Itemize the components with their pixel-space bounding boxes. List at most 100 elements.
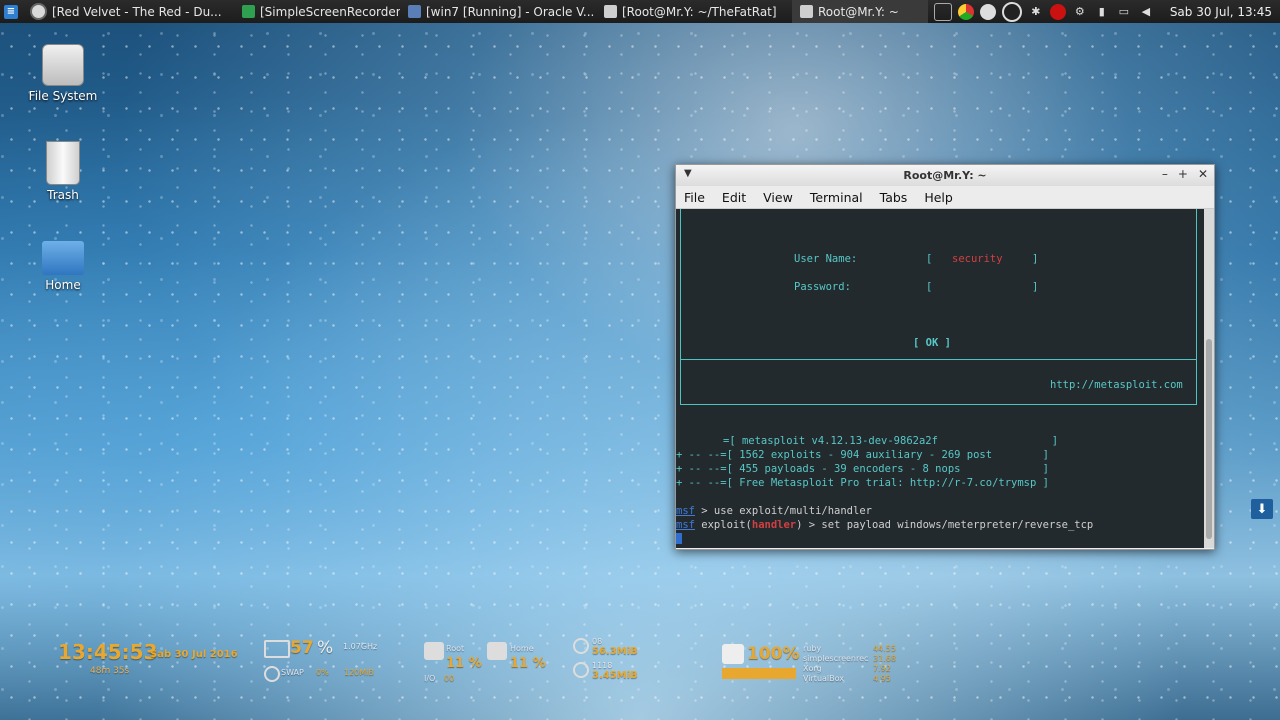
taskbar-item-red-velvet[interactable]: [Red Velvet - The Red - Du... [22,0,234,23]
download-icon [573,638,589,654]
ascii-box-divider [680,359,1197,360]
menu-tabs[interactable]: Tabs [872,190,917,205]
bluetooth-icon[interactable]: ✱ [1028,4,1044,20]
taskbar-item-label: Root@Mr.Y: ~ [818,4,899,19]
msf-prompt: msf [676,519,695,531]
media-player-icon [30,3,47,20]
terminal-scrollbar[interactable] [1204,209,1214,548]
bracket: ] [1032,253,1039,265]
banner-line: + -- --=[ 1562 exploits - 904 auxiliary … [676,449,1049,461]
command-line: msf exploit(handler) > set payload windo… [676,519,1093,531]
conky-monitor: 13:45:53 Sab 30 Jul 2016 48m 35s 57 % 1.… [0,632,1280,702]
conky-date: Sab 30 Jul 2016 [150,649,238,660]
taskbar-item-thefatrat[interactable]: [Root@Mr.Y: ~/TheFatRat] [596,0,792,23]
volume-icon[interactable]: ◀ [1138,4,1154,20]
ascii-box-border [1196,209,1197,404]
module-name: handler [751,519,797,531]
ascii-box-border [680,209,681,404]
desktop-icon-label: Trash [47,188,79,202]
upload-icon [573,662,589,678]
stop-record-icon[interactable] [1049,3,1066,20]
menu-help[interactable]: Help [916,190,962,205]
proc-name: simplescreenrec [803,654,869,663]
cpu-percent-sign: % [317,638,334,658]
proc-name: VirtualBox [803,674,845,683]
top-panel: ≡ [Red Velvet - The Red - Du... [SimpleS… [0,0,1280,23]
hdd-root-icon [424,642,444,660]
metasploit-url: http://metasploit.com [1050,379,1183,391]
command-text: ) > set payload windows/meterpreter/reve… [796,519,1094,531]
drive-icon [42,44,84,86]
command-text: > use exploit/multi/handler [694,505,872,517]
menu-terminal[interactable]: Terminal [802,190,872,205]
network-icon[interactable]: ⚙ [1072,4,1088,20]
taskbar-item-label: [SimpleScreenRecorder] [260,4,400,19]
terminal-titlebar[interactable]: ▼ Root@Mr.Y: ~ – + ✕ [676,165,1214,186]
ascii-box-divider [680,404,1197,405]
signal-icon[interactable]: ▮ [1094,4,1110,20]
banner-line: + -- --=[ 455 payloads - 39 encoders - 8… [676,463,1049,475]
root-value: 11 % [446,656,482,671]
down-label: 08 [592,637,603,646]
battery-value: 100% [747,644,800,664]
taskbar-item-screenrecorder[interactable]: [SimpleScreenRecorder] [234,0,400,23]
conky-time: 13:45:53 [58,640,158,664]
scrollbar-thumb[interactable] [1206,339,1212,539]
close-icon[interactable]: ✕ [1198,167,1208,181]
desktop-icon-label: File System [28,89,98,103]
cpu-icon [264,640,290,658]
username-label: User Name: [794,253,858,265]
system-tray: ✱ ⚙ ▮ ▭ ◀ Sab 30 Jul, 13:45 [933,0,1280,23]
terminal-menubar: File Edit View Terminal Tabs Help [676,186,1214,209]
menu-edit[interactable]: Edit [714,190,755,205]
msf-prompt: msf [676,505,695,517]
down-value: 56.3MiB [592,646,638,657]
terminal-cursor [676,533,682,544]
desktop-icon-trash[interactable]: Trash [18,141,108,202]
taskbar-item-label: [Red Velvet - The Red - Du... [52,4,222,19]
up-label: 1118 [592,661,613,670]
password-label: Password: [794,281,851,293]
desktop-icon-home[interactable]: Home [18,241,108,292]
banner-line: + -- --=[ Free Metasploit Pro trial: htt… [676,477,1049,489]
bracket: [ [926,281,933,293]
swap-icon [264,666,280,682]
banner-line: =[ metasploit v4.12.13-dev-9862a2f ] [723,435,1059,447]
desktop-icon-file-system[interactable]: File System [18,44,108,103]
chrome-icon[interactable] [957,3,974,20]
input-line[interactable] [676,533,682,547]
app-menu-button[interactable]: ≡ [0,0,22,23]
terminal-icon [604,5,617,18]
menu-view[interactable]: View [755,190,802,205]
terminal-icon [800,5,813,18]
clock[interactable]: Sab 30 Jul, 13:45 [1170,5,1272,19]
minimize-icon[interactable]: – [1162,167,1168,181]
command-text: exploit( [694,519,752,531]
swap-value: 0% [316,668,329,677]
cpu-freq: 1.07GHz [343,642,378,651]
arrow-down-icon[interactable]: ⬇ [1251,499,1273,519]
ok-button: [ OK ] [913,337,951,349]
terminal-content[interactable]: User Name: [ security ] Password: [ ] [ … [676,209,1204,548]
obs-icon[interactable] [979,3,996,20]
username-value: security [952,253,1003,265]
trash-icon [46,141,80,185]
proc-value: 7.92 [873,664,891,673]
taskbar-item-virtualbox[interactable]: [win7 [Running] - Oracle V... [400,0,596,23]
taskbar-item-label: [win7 [Running] - Oracle V... [426,4,595,19]
terminal-window: ▼ Root@Mr.Y: ~ – + ✕ File Edit View Term… [675,164,1215,550]
bracket: [ [926,253,933,265]
taskbar-item-terminal[interactable]: Root@Mr.Y: ~ [792,0,928,23]
app-menu-icon: ≡ [4,4,18,19]
home-folder-icon [42,241,84,275]
battery-icon[interactable]: ▭ [1116,4,1132,20]
maximize-icon[interactable]: + [1178,167,1188,181]
proc-value: 44.55 [873,644,896,653]
mem-value: 120MiB [344,668,374,677]
cpu-percent: 57 [290,638,314,658]
menu-file[interactable]: File [676,190,714,205]
home-value: 11 % [510,656,546,671]
screen-icon[interactable] [933,2,952,21]
io-value: 00 [444,674,455,683]
record-icon[interactable] [1001,1,1022,22]
